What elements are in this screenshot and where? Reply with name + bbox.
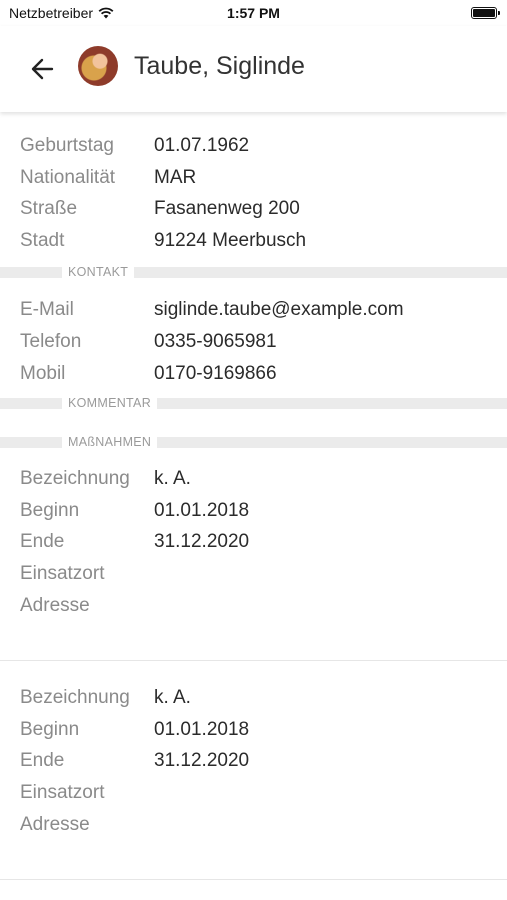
avatar xyxy=(78,46,118,86)
field-label: E-Mail xyxy=(20,299,74,321)
field-value: 31.12.2020 xyxy=(154,531,250,553)
section-label: KONTAKT xyxy=(62,266,135,280)
section-measures: MAßNAHMEN xyxy=(0,436,507,450)
info-row: E-Mail siglinde.taube@example.com xyxy=(0,293,507,325)
info-row: Telefon 0335-9065981 xyxy=(0,325,507,357)
info-row: Bezeichnung k. A. xyxy=(0,681,507,713)
info-row: Ende 31.12.2020 xyxy=(0,525,507,557)
info-row: Adresse xyxy=(0,808,507,840)
field-label: Bezeichnung xyxy=(20,687,130,709)
field-label: Bezeichnung xyxy=(20,468,130,490)
field-value: MAR xyxy=(154,166,197,188)
info-row: Straße Fasanenweg 200 xyxy=(0,192,507,224)
field-value: 0335-9065981 xyxy=(154,330,277,352)
section-label: KOMMENTAR xyxy=(62,397,158,411)
personal-info: Geburtstag 01.07.1962 Nationalität MAR Straß… xyxy=(0,129,507,255)
detail-content: Geburtstag 01.07.1962 Nationalität MAR Straß… xyxy=(0,112,507,881)
info-row: Einsatzort xyxy=(0,557,507,589)
field-label: Adresse xyxy=(20,594,90,616)
app-bar: Taube, Siglinde xyxy=(0,26,507,112)
info-row: Einsatzort xyxy=(0,776,507,808)
info-row: Bezeichnung k. A. xyxy=(0,462,507,494)
contact-info: E-Mail siglinde.taube@example.com Telefon 0… xyxy=(0,293,507,388)
info-row: Geburtstag 01.07.1962 xyxy=(0,129,507,161)
field-value: 01.01.2018 xyxy=(154,499,250,521)
field-value: 0170-9169866 xyxy=(154,362,277,384)
field-label: Nationalität xyxy=(20,166,116,188)
field-label: Beginn xyxy=(20,499,80,521)
field-label: Geburtstag xyxy=(20,135,114,156)
status-bar: Netzbetreiber 1:57 PM xyxy=(0,0,507,26)
arrow-left-icon xyxy=(31,58,54,80)
field-value: siglinde.taube@example.com xyxy=(154,299,404,321)
section-label: MAßNAHMEN xyxy=(62,436,158,450)
field-label: Mobil xyxy=(20,362,66,384)
info-row: Nationalität MAR xyxy=(0,161,507,193)
field-label: Einsatzort xyxy=(20,562,105,584)
field-label: Ende xyxy=(20,531,65,553)
field-label: Einsatzort xyxy=(20,781,105,803)
field-value: Fasanenweg 200 xyxy=(154,198,300,220)
battery-icon xyxy=(471,7,500,19)
page-title: Taube, Siglinde xyxy=(134,52,305,80)
divider xyxy=(0,879,507,881)
field-value: 91224 Meerbusch xyxy=(154,229,307,251)
field-value: 01.01.2018 xyxy=(154,718,250,740)
measure-item[interactable]: Bezeichnung k. A. Beginn 01.01.2018 Ende 31.1… xyxy=(0,661,507,879)
field-value: k. A. xyxy=(154,687,191,709)
clock: 1:57 PM xyxy=(227,5,280,21)
back-button[interactable] xyxy=(26,54,58,84)
field-label: Beginn xyxy=(20,718,80,740)
field-value: 31.12.2020 xyxy=(154,750,250,772)
section-contact: KONTAKT xyxy=(0,266,507,280)
info-row: Stadt 91224 Meerbusch xyxy=(0,224,507,256)
info-row: Beginn 01.01.2018 xyxy=(0,713,507,745)
field-label: Telefon xyxy=(20,330,82,352)
section-comment: KOMMENTAR xyxy=(0,397,507,411)
measure-list: Bezeichnung k. A. Beginn 01.01.2018 Ende 31.1… xyxy=(0,462,507,881)
field-value: 01.07.1962 xyxy=(154,135,250,156)
field-label: Straße xyxy=(20,198,78,220)
field-value: k. A. xyxy=(154,468,191,490)
field-label: Adresse xyxy=(20,813,90,835)
field-label: Stadt xyxy=(20,229,65,251)
info-row: Beginn 01.01.2018 xyxy=(0,494,507,526)
info-row: Adresse xyxy=(0,589,507,621)
field-label: Ende xyxy=(20,750,65,772)
measure-item[interactable]: Bezeichnung k. A. Beginn 01.01.2018 Ende 31.1… xyxy=(0,462,507,660)
info-row: Mobil 0170-9169866 xyxy=(0,357,507,389)
info-row: Ende 31.12.2020 xyxy=(0,744,507,776)
